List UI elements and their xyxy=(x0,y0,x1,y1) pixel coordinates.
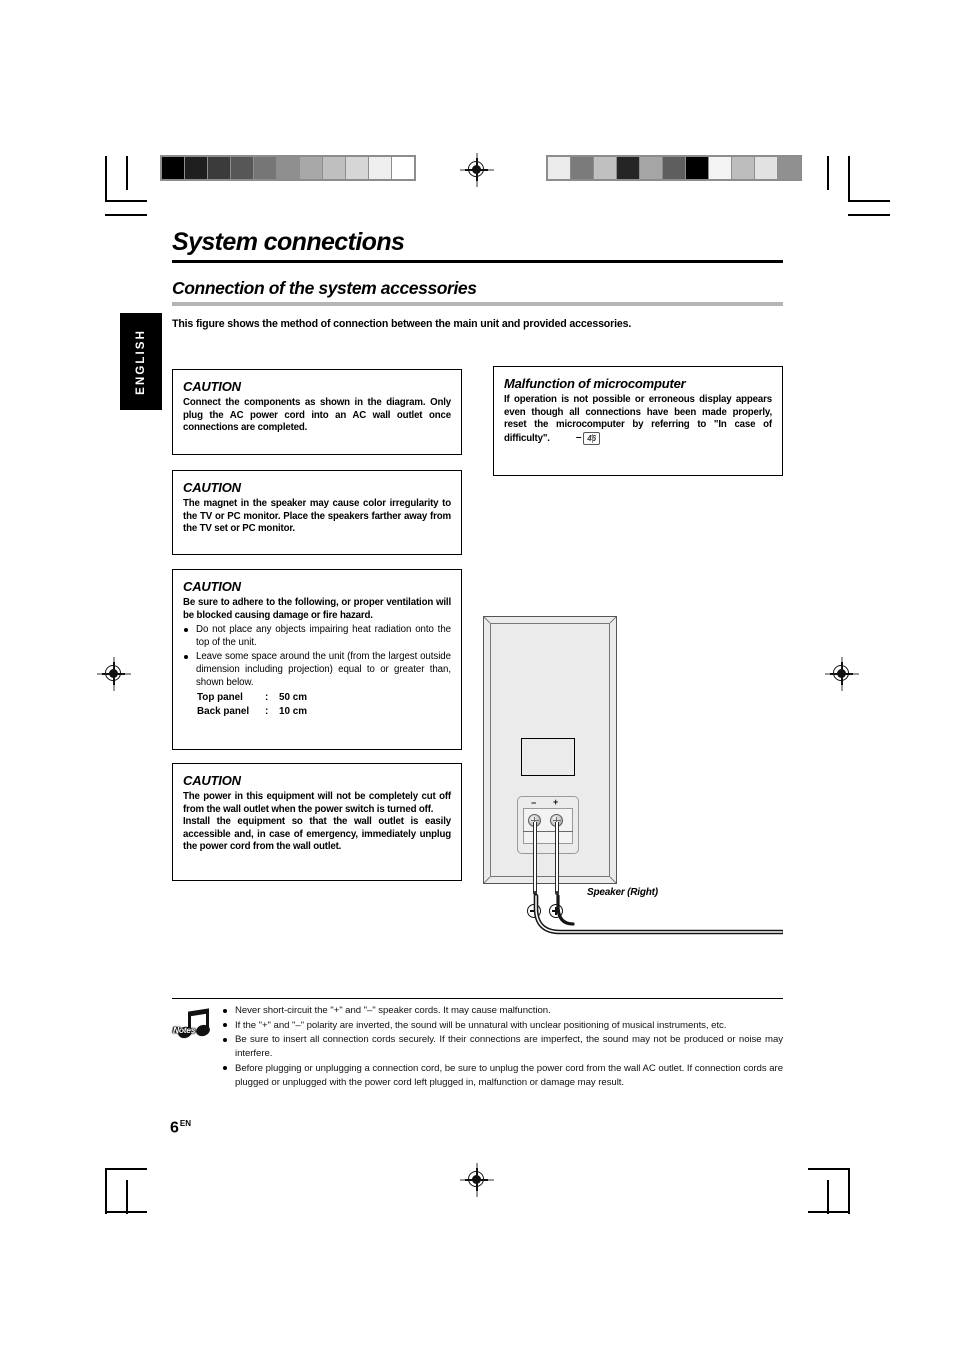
spec-label: Top panel xyxy=(197,692,243,704)
list-item: Do not place any objects impairing heat … xyxy=(183,623,451,649)
wedge-patch-4 xyxy=(640,157,662,179)
wedge-patch-8 xyxy=(732,157,754,179)
malfunction-box-heading: Malfunction of microcomputer xyxy=(504,376,686,391)
table-row: Back panel : 10 cm xyxy=(197,705,451,719)
caution-box-4-heading: CAUTION xyxy=(183,773,241,788)
intro-text: This figure shows the method of connecti… xyxy=(172,318,632,330)
wedge-patch-2 xyxy=(594,157,616,179)
figure-caption: Speaker (Right) xyxy=(587,887,658,898)
wedge-patch-5 xyxy=(277,157,299,179)
notes-icon: Notes xyxy=(172,1008,216,1046)
wedge-patch-10 xyxy=(392,157,414,179)
speaker-figure: − + Speaker (Right) xyxy=(483,616,783,946)
page-reference[interactable]: –46 xyxy=(575,431,600,445)
language-tab-label: ENGLISH xyxy=(135,328,147,395)
caution-box-3-text: Be sure to adhere to the following, or p… xyxy=(183,597,451,621)
list-item: Never short-circuit the "+" and "–" spea… xyxy=(222,1004,783,1018)
caution-box-4: CAUTION The power in this equipment will… xyxy=(172,763,462,881)
malfunction-box-text: If operation is not possible or erroneou… xyxy=(504,394,772,444)
spec-label: Back panel xyxy=(197,706,250,718)
wedge-patch-7 xyxy=(709,157,731,179)
wedge-patch-4 xyxy=(254,157,276,179)
arrow-icon: – xyxy=(575,432,582,444)
caution-box-3-bullets: Do not place any objects impairing heat … xyxy=(183,623,451,689)
wedge-patch-5 xyxy=(663,157,685,179)
wedge-patch-1 xyxy=(571,157,593,179)
caution-box-3: CAUTION Be sure to adhere to the followi… xyxy=(172,569,462,750)
wedge-patch-10 xyxy=(778,157,800,179)
notes-list: Never short-circuit the "+" and "–" spea… xyxy=(222,1004,783,1090)
wedge-patch-6 xyxy=(686,157,708,179)
spec-value: 50 cm xyxy=(279,692,308,704)
registration-mark-right-middle xyxy=(825,657,859,691)
page-number-value: 6 xyxy=(170,1119,179,1137)
list-item: Leave some space around the unit (from t… xyxy=(183,650,451,689)
wedge-patch-7 xyxy=(323,157,345,179)
page-number: 6EN xyxy=(170,1119,191,1137)
caution-box-4-text-2: Install the equipment so that the wall o… xyxy=(183,816,451,853)
page-title: System connections xyxy=(172,228,405,256)
wedge-patch-0 xyxy=(548,157,570,179)
page-title-block: System connections xyxy=(172,228,783,264)
wedge-patch-9 xyxy=(755,157,777,179)
caution-box-2: CAUTION The magnet in the speaker may ca… xyxy=(172,470,462,555)
list-item: If the "+" and "–" polarity are inverted… xyxy=(222,1019,783,1033)
section-rule xyxy=(172,302,783,307)
registration-mark-top-center xyxy=(460,153,494,187)
notes-icon-label: Notes xyxy=(173,1025,196,1035)
wedge-patch-3 xyxy=(617,157,639,179)
section-title: Connection of the system accessories xyxy=(172,278,477,298)
caution-box-1: CAUTION Connect the components as shown … xyxy=(172,369,462,455)
wedge-patch-9 xyxy=(369,157,391,179)
registration-mark-bottom-center xyxy=(460,1163,494,1197)
list-item: Before plugging or unplugging a connecti… xyxy=(222,1062,783,1090)
wedge-patch-1 xyxy=(185,157,207,179)
section-title-block: Connection of the system accessories xyxy=(172,278,783,307)
grayscale-wedge-left xyxy=(160,155,416,181)
title-rule xyxy=(172,260,783,264)
spec-value: 10 cm xyxy=(279,706,308,718)
wedge-patch-2 xyxy=(208,157,230,179)
wedge-patch-6 xyxy=(300,157,322,179)
spec-colon: : xyxy=(265,692,269,704)
caution-box-2-heading: CAUTION xyxy=(183,480,241,495)
table-row: Top panel : 50 cm xyxy=(197,691,451,705)
caution-box-1-text: Connect the components as shown in the d… xyxy=(183,397,451,434)
caution-box-3-heading: CAUTION xyxy=(183,579,241,594)
list-item: Be sure to insert all connection cords s… xyxy=(222,1033,783,1061)
notes-divider xyxy=(172,998,783,1000)
malfunction-box: Malfunction of microcomputer If operatio… xyxy=(493,366,783,476)
book-icon: 46 xyxy=(583,431,600,445)
caution-box-1-heading: CAUTION xyxy=(183,379,241,394)
wedge-patch-8 xyxy=(346,157,368,179)
clearance-spec-table: Top panel : 50 cm Back panel : 10 cm xyxy=(183,691,451,719)
language-tab-english: ENGLISH xyxy=(120,313,162,410)
spec-colon: : xyxy=(265,706,269,718)
caution-box-4-text-1: The power in this equipment will not be … xyxy=(183,791,451,815)
wedge-patch-3 xyxy=(231,157,253,179)
page-number-suffix: EN xyxy=(179,1119,192,1128)
registration-mark-left-middle xyxy=(97,657,131,691)
wedge-patch-0 xyxy=(162,157,184,179)
caution-box-2-text: The magnet in the speaker may cause colo… xyxy=(183,498,451,535)
grayscale-wedge-right xyxy=(546,155,802,181)
